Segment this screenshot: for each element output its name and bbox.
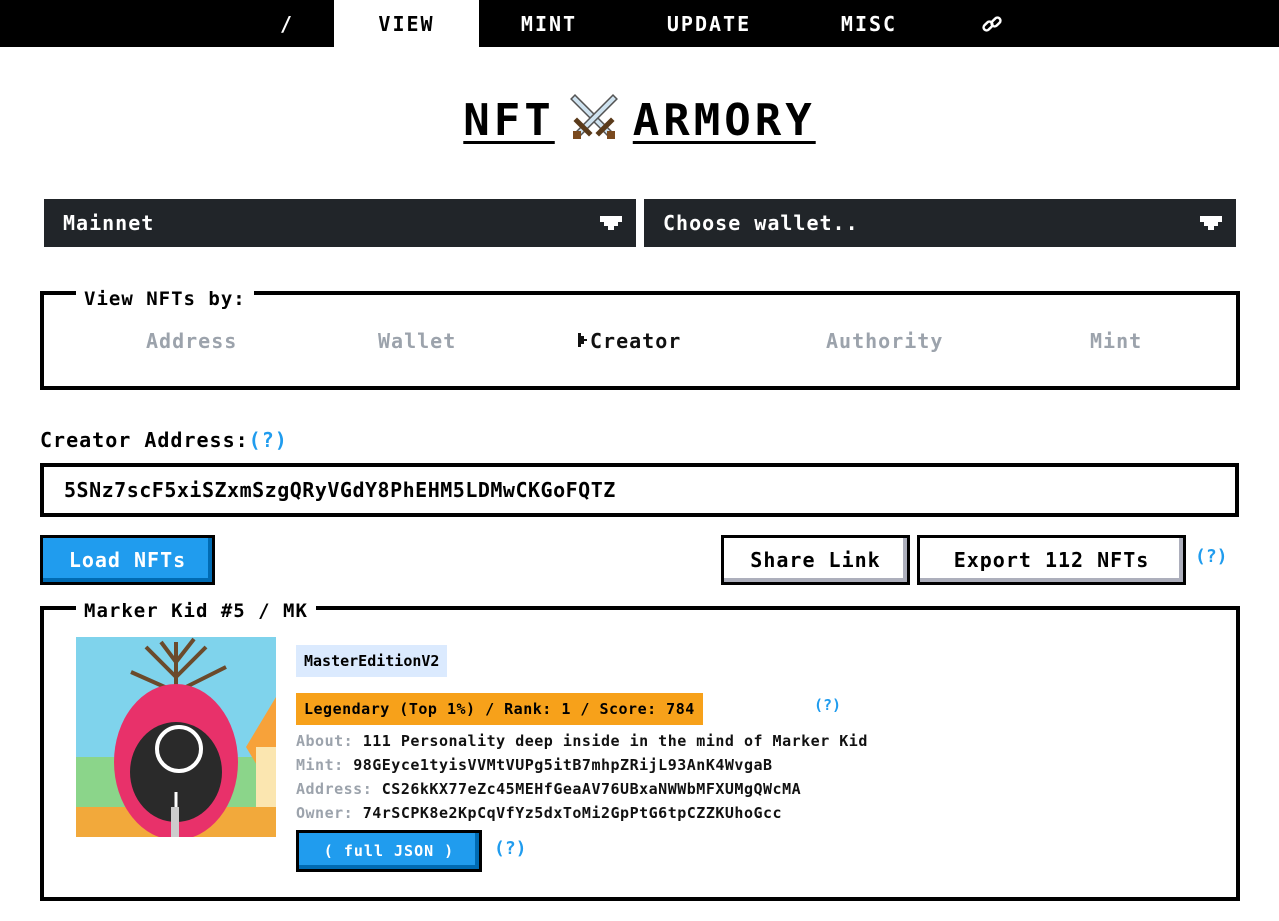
export-help-link[interactable]: (?): [1195, 546, 1228, 567]
app-title: NFT ARMORY: [0, 92, 1279, 148]
owner-value[interactable]: 74rSCPK8e2KpCqVfYz5dxToMi2GpPtG6tpCZZKUh…: [363, 804, 782, 822]
about-key: About:: [296, 732, 354, 750]
creator-address-input[interactable]: 5SNz7scF5xiSZxmSzgQRyVGdY8PhEHM5LDMwCKGo…: [40, 463, 1239, 517]
top-nav: / VIEW MINT UPDATE MISC: [0, 0, 1279, 47]
creator-address-value: 5SNz7scF5xiSZxmSzgQRyVGdY8PhEHM5LDMwCKGo…: [64, 478, 616, 502]
address-row: Address: CS26kKX77eZc45MEHfGeaAV76UBxaNW…: [296, 780, 801, 798]
chevron-down-icon: [1200, 214, 1222, 239]
rarity-badge: Legendary (Top 1%) / Rank: 1 / Score: 78…: [296, 693, 703, 725]
mint-value[interactable]: 98GEyce1tyisVVMtVUPg5itB7mhpZRijL93AnK4W…: [353, 756, 772, 774]
title-left: NFT: [463, 94, 555, 146]
nft-name: Marker Kid #5 / MK: [76, 600, 316, 622]
chevron-down-icon: [600, 214, 622, 239]
caret-right-icon: [576, 329, 590, 353]
network-select[interactable]: Mainnet: [44, 199, 636, 247]
load-nfts-button[interactable]: Load NFTs: [40, 535, 215, 585]
radio-address[interactable]: Address: [146, 329, 237, 353]
edition-badge: MasterEditionV2: [296, 645, 448, 677]
owner-key: Owner:: [296, 804, 354, 822]
radio-authority[interactable]: Authority: [826, 329, 943, 353]
about-row: About: 111 Personality deep inside in th…: [296, 732, 868, 750]
full-json-button[interactable]: ( full JSON ): [296, 830, 482, 872]
radio-creator[interactable]: Creator: [576, 329, 681, 353]
radio-mint[interactable]: Mint: [1090, 329, 1142, 353]
creator-address-label: Creator Address:(?): [40, 428, 288, 452]
radio-wallet[interactable]: Wallet: [378, 329, 456, 353]
creator-help-link[interactable]: (?): [249, 428, 288, 452]
export-nfts-button[interactable]: Export 112 NFTs: [917, 535, 1186, 585]
radio-creator-label: Creator: [590, 329, 682, 353]
nav-view[interactable]: VIEW: [334, 0, 479, 47]
wallet-select[interactable]: Choose wallet..: [644, 199, 1236, 247]
about-value: 111 Personality deep inside in the mind …: [362, 732, 868, 750]
network-select-value: Mainnet: [63, 211, 155, 235]
nft-image[interactable]: [76, 637, 276, 837]
rarity-help-link[interactable]: (?): [814, 696, 841, 714]
crossed-swords-icon: [569, 93, 619, 147]
nav-home[interactable]: /: [240, 0, 334, 47]
address-value[interactable]: CS26kKX77eZc45MEHfGeaAV76UBxaNWWbMFXUMgQ…: [382, 780, 801, 798]
mint-key: Mint:: [296, 756, 344, 774]
link-icon[interactable]: [939, 0, 1044, 47]
address-key: Address:: [296, 780, 373, 798]
nav-update[interactable]: UPDATE: [619, 0, 799, 47]
mint-row: Mint: 98GEyce1tyisVVMtVUPg5itB7mhpZRijL9…: [296, 756, 773, 774]
wallet-select-value: Choose wallet..: [663, 211, 859, 235]
json-help-link[interactable]: (?): [494, 838, 527, 859]
owner-row: Owner: 74rSCPK8e2KpCqVfYz5dxToMi2GpPtG6t…: [296, 804, 782, 822]
creator-label-text: Creator Address:: [40, 428, 249, 452]
share-link-button[interactable]: Share Link: [721, 535, 910, 585]
nav-misc[interactable]: MISC: [799, 0, 939, 47]
nav-mint[interactable]: MINT: [479, 0, 619, 47]
title-right: ARMORY: [632, 94, 816, 146]
view-by-legend: View NFTs by:: [76, 288, 254, 310]
